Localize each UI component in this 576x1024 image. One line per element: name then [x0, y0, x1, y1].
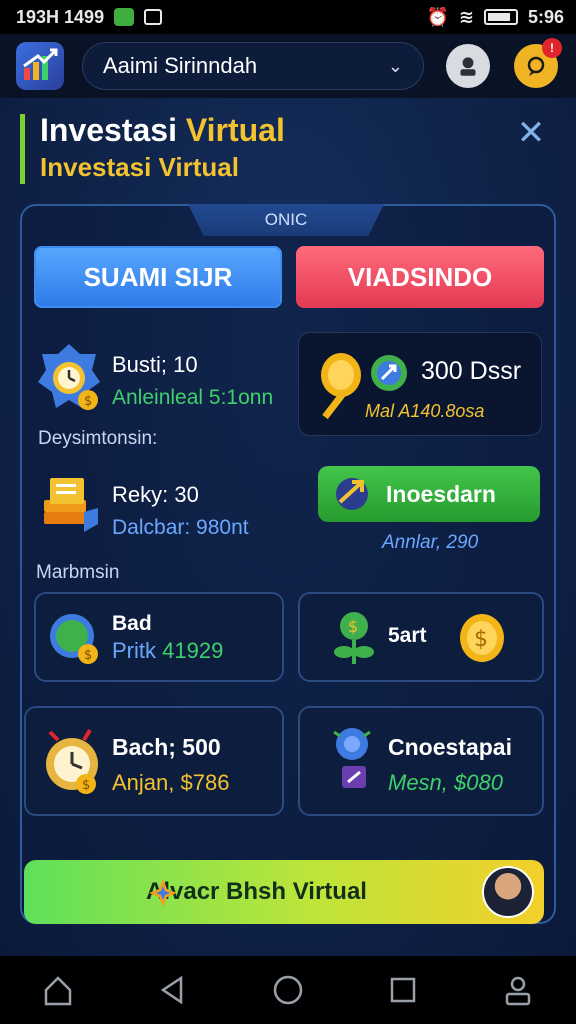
- invest-button-label: Inoesdarn: [386, 480, 496, 507]
- home-icon: [44, 976, 71, 1006]
- status-bar: 193H 1499 ⏰ ≋ 5:96: [0, 0, 576, 34]
- battery-icon: [483, 9, 518, 25]
- svg-text:$: $: [348, 617, 358, 636]
- svg-text:$: $: [474, 627, 488, 652]
- tile-1-value-number: 41929: [162, 638, 224, 663]
- close-icon[interactable]: ✕: [516, 116, 546, 150]
- tile-settings[interactable]: Cnoestapai Mesn, $080: [298, 706, 544, 816]
- stopwatch-icon: $: [38, 344, 100, 410]
- wifi-icon: ≋: [458, 6, 474, 27]
- tile-start[interactable]: $ 5art $: [298, 592, 544, 682]
- nav-account[interactable]: [494, 966, 542, 1014]
- gear-icon: $: [50, 614, 98, 664]
- invest-subtext: Annlar, 290: [382, 532, 479, 553]
- section-label-1: Deysimtonsin:: [38, 428, 158, 449]
- app-bar: Aaimi Sirinndah ⌄ !: [0, 34, 576, 98]
- tile-timer[interactable]: $ Bach; 500 Anjan, $786: [24, 706, 284, 816]
- screenshot-icon: [144, 9, 163, 25]
- account-name: Aaimi Sirinndah: [103, 53, 258, 78]
- chat-icon: [527, 56, 545, 76]
- svg-text:$: $: [84, 394, 92, 409]
- promo-amount: 300 Dssr: [421, 357, 522, 385]
- main-panel: Investasi Virtual Investasi Virtual ✕ ON…: [0, 98, 576, 956]
- status-time: 5:96: [527, 6, 564, 27]
- invest-button[interactable]: Inoesdarn: [318, 466, 540, 522]
- svg-text:$: $: [84, 648, 92, 663]
- system-nav-bar: [0, 956, 576, 1024]
- coin-icon: $: [460, 614, 504, 662]
- avatar: [482, 866, 534, 918]
- tile-2-title: 5art: [388, 624, 427, 647]
- promo-box[interactable]: 300 Dssr Mal A140.8osa: [298, 332, 542, 436]
- nav-recents[interactable]: [379, 966, 427, 1014]
- tile-progress[interactable]: $ Bad Pritk 41929: [34, 592, 284, 682]
- recents-icon: [390, 977, 416, 1003]
- page-title-white: Investasi: [40, 112, 177, 148]
- nav-home[interactable]: [34, 966, 82, 1014]
- stat-2-value: Dalcbar: 980nt: [112, 516, 249, 539]
- money-plant-icon: $: [334, 612, 374, 664]
- back-icon: [160, 975, 183, 1005]
- chevron-down-icon: ⌄: [387, 55, 403, 76]
- document-stack-icon: [44, 478, 98, 532]
- nav-home-circle[interactable]: [264, 966, 312, 1014]
- tile-1-value: Pritk 41929: [112, 638, 223, 664]
- svg-text:$: $: [82, 778, 90, 793]
- status-left-text: 193H 1499: [16, 6, 105, 27]
- account-icon: [506, 976, 531, 1006]
- stat-1-value: Anleinleal 5:1onn: [112, 386, 274, 409]
- page-subtitle: Investasi Virtual: [40, 152, 239, 182]
- stat-block-2: Reky: 30 Dalcbar: 980nt: [112, 482, 249, 540]
- card-tab-header[interactable]: ONIC: [188, 204, 384, 236]
- trend-up-icon: [336, 478, 368, 510]
- circle-home-icon: [273, 975, 303, 1005]
- tile-1-title: Bad: [112, 612, 152, 635]
- tile-4-value: Mesn, $080: [388, 770, 503, 795]
- clock-icon: $: [46, 728, 98, 794]
- page-title-yellow: Virtual: [185, 112, 285, 148]
- stat-1-title: Busti; 10: [112, 352, 198, 377]
- tile-3-title: Bach; 500: [112, 734, 221, 760]
- profile-button[interactable]: [446, 44, 490, 88]
- user-icon: [460, 57, 476, 76]
- notification-badge: !: [542, 38, 562, 58]
- app-notification-icon: [114, 8, 135, 26]
- settings-coin-icon: [333, 728, 371, 788]
- cta-label: Alvacr Bhsh Virtual: [146, 878, 367, 905]
- stat-block-1: Busti; 10 Anleinleal 5:1onn: [112, 352, 273, 410]
- notification-button[interactable]: !: [514, 38, 562, 88]
- start-investing-button[interactable]: Alvacr Bhsh Virtual: [24, 860, 544, 924]
- stat-2-title: Reky: 30: [112, 482, 199, 507]
- sell-button[interactable]: VIADSINDO: [296, 246, 544, 308]
- account-dropdown[interactable]: Aaimi Sirinndah ⌄: [82, 42, 424, 90]
- tile-4-title: Cnoestapai: [388, 734, 512, 760]
- title-accent-bar: [20, 114, 25, 184]
- section-label-2: Marbmsin: [36, 562, 120, 583]
- nav-back[interactable]: [149, 966, 197, 1014]
- app-logo-icon[interactable]: [16, 42, 64, 90]
- page-title: Investasi Virtual: [40, 112, 285, 149]
- alarm-icon: ⏰: [426, 6, 449, 27]
- investment-card: ONIC SUAMI SIJR VIADSINDO $ Busti; 10 An…: [20, 204, 556, 924]
- tile-1-value-label: Pritk: [112, 638, 163, 663]
- tile-3-value: Anjan, $786: [112, 770, 230, 795]
- sparkle-icon: [149, 879, 177, 907]
- promo-detail: Mal A140.8osa: [365, 401, 485, 421]
- buy-button[interactable]: SUAMI SIJR: [34, 246, 282, 308]
